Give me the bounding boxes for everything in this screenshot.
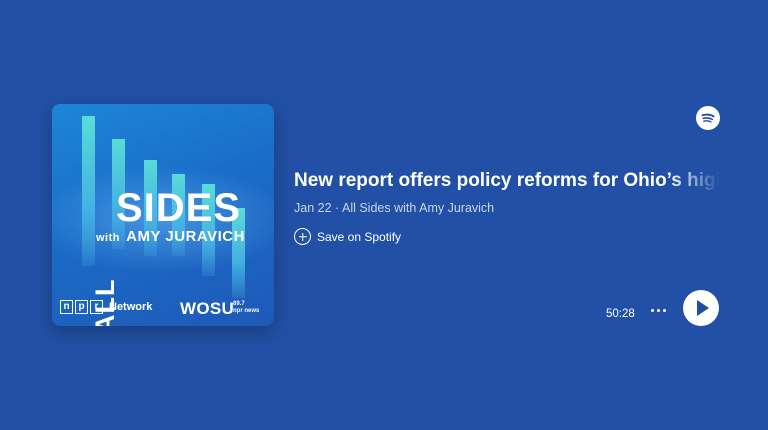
podcast-cover-art[interactable]: ALL SIDES with AMY JURAVICH n p r Networ… [52,104,274,326]
episode-meta: Jan 22 · All Sides with Amy Juravich [294,201,494,215]
cover-host-name: AMY JURAVICH [126,228,245,245]
more-options-button[interactable] [648,302,668,318]
npr-letter: r [90,300,103,314]
wosu-logo: WOSU [180,299,235,318]
episode-date: Jan 22 [294,201,332,215]
wosu-frequency: 89.7 [233,301,245,307]
cover-host: with AMY JURAVICH [96,228,245,245]
npr-network-logo: n p r Network [60,300,152,314]
meta-separator: · [335,201,340,215]
npr-letter: p [75,300,88,314]
episode-duration: 50:28 [606,308,635,320]
spotify-embed-player: ALL SIDES with AMY JURAVICH n p r Networ… [0,0,768,430]
wosu-subtitle: 89.7 npr news [233,301,259,315]
save-on-spotify-button[interactable]: Save on Spotify [294,228,401,245]
spotify-logo-icon[interactable] [696,106,720,130]
spotify-waves-icon [701,113,715,123]
npr-network-label: Network [109,301,153,313]
save-label: Save on Spotify [317,229,402,244]
more-dot [656,308,660,312]
more-dot [662,308,666,312]
episode-title[interactable]: New report offers policy reforms for Ohi… [294,170,720,192]
wosu-npr-news: npr news [233,308,260,314]
cover-title-sides: SIDES [116,186,242,230]
more-dot [650,308,654,312]
cover-with: with [96,232,120,244]
play-button[interactable] [683,290,719,326]
npr-letter: n [60,300,73,314]
show-name-link[interactable]: All Sides with Amy Juravich [342,201,494,215]
cover-bar [82,116,95,266]
plus-circle-icon [294,228,311,245]
